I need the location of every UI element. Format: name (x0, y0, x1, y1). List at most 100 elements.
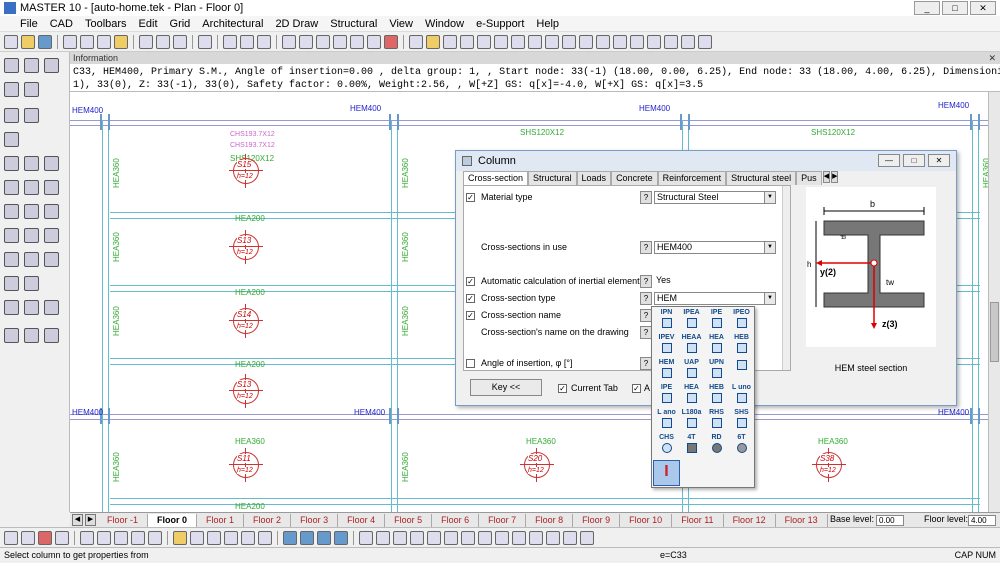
new-file-icon[interactable] (4, 34, 18, 49)
dialog-minimize-button[interactable]: — (878, 154, 900, 167)
redo-icon[interactable] (21, 530, 35, 545)
maximize-button[interactable]: □ (942, 1, 968, 15)
menu-structural[interactable]: Structural (324, 18, 383, 30)
rotate-180-icon[interactable] (44, 156, 59, 171)
text-icon[interactable] (282, 34, 296, 49)
help-button[interactable]: ? (640, 292, 652, 305)
report-icon[interactable] (613, 34, 627, 49)
tab-pushover[interactable]: Pus (796, 171, 822, 185)
section-6t-button[interactable]: 6T (729, 434, 754, 455)
export-icon[interactable] (114, 34, 128, 49)
frame-icon[interactable] (443, 34, 457, 49)
help-button[interactable]: ? (640, 191, 652, 204)
inertial-calc-value[interactable]: Yes (654, 275, 776, 288)
section-chs-button[interactable]: CHS (654, 434, 679, 455)
floor-tab[interactable]: Floor 4 (338, 513, 386, 527)
line-icon[interactable] (223, 34, 237, 49)
open-file-icon[interactable] (21, 34, 35, 49)
section-heb-button[interactable]: HEB (729, 334, 754, 355)
column[interactable] (100, 114, 110, 130)
floor-tab[interactable]: Floor 7 (479, 513, 527, 527)
section-uap-button[interactable]: UAP (679, 359, 704, 380)
properties-icon[interactable] (139, 34, 153, 49)
slab-marker[interactable]: S20 h=12 (520, 448, 554, 482)
mouse-icon[interactable] (376, 530, 390, 545)
section-l180-button[interactable]: L180a (679, 409, 704, 430)
floor-next-icon[interactable]: ▶ (85, 514, 96, 526)
tab-loads[interactable]: Loads (576, 171, 612, 185)
match-icon[interactable] (580, 530, 594, 545)
floor-tab[interactable]: Floor 8 (526, 513, 574, 527)
menu-e-support[interactable]: e-Support (470, 18, 530, 30)
align-top-icon[interactable] (444, 530, 458, 545)
section-ipe-tee-button[interactable]: IPE (654, 384, 679, 405)
column[interactable] (970, 408, 980, 424)
zoom-out-icon[interactable] (97, 530, 111, 545)
layer-x-icon[interactable] (334, 530, 348, 545)
split-icon[interactable] (4, 228, 19, 243)
draw-line-icon[interactable] (207, 530, 221, 545)
join-icon[interactable] (24, 228, 39, 243)
tab-scroll-left-icon[interactable]: ◀ (822, 171, 831, 183)
check-icon[interactable] (44, 204, 59, 219)
cross-section-type-select[interactable]: HEM ▼ (654, 292, 776, 305)
dimension-icon[interactable] (299, 34, 313, 49)
zoom-in-icon[interactable] (80, 530, 94, 545)
layer-a-icon[interactable] (283, 530, 297, 545)
key-button[interactable]: Key << (470, 379, 542, 396)
connect-icon[interactable] (24, 252, 39, 267)
close-info-icon[interactable]: ✕ (988, 52, 996, 64)
menu-2d-draw[interactable]: 2D Draw (269, 18, 324, 30)
property-checkbox[interactable]: ✓ (466, 294, 475, 303)
column[interactable] (389, 114, 399, 130)
delete-icon[interactable] (4, 204, 19, 219)
hatch-icon[interactable] (350, 34, 364, 49)
vertical-scrollbar[interactable] (988, 92, 1000, 512)
align-left-icon[interactable] (410, 530, 424, 545)
scrollbar-thumb[interactable] (990, 302, 999, 362)
section-hem-button[interactable]: HEM (654, 359, 679, 380)
snap-toggle-icon[interactable] (173, 530, 187, 545)
save-icon[interactable] (38, 34, 52, 49)
tab-reinforcement[interactable]: Reinforcement (657, 171, 727, 185)
section-shs-button[interactable]: SHS (729, 409, 754, 430)
copy-props-icon[interactable] (24, 204, 39, 219)
print-icon[interactable] (80, 34, 94, 49)
floor-tab[interactable]: Floor 10 (620, 513, 673, 527)
section-heaa-button[interactable]: HEAA (679, 334, 704, 355)
tab-structural[interactable]: Structural (528, 171, 577, 185)
current-tab-option[interactable]: ✓ Current Tab (558, 383, 618, 393)
slab-marker[interactable]: S15 h=12 (229, 154, 263, 188)
property-scrollbar[interactable] (782, 186, 790, 370)
pan-hand-icon[interactable] (55, 530, 69, 545)
column[interactable] (970, 114, 980, 130)
cross-sections-in-use-select[interactable]: HEM400 ▼ (654, 241, 776, 254)
render-icon[interactable] (698, 34, 712, 49)
extend-icon[interactable] (4, 300, 19, 315)
node-icon[interactable] (460, 34, 474, 49)
cut-icon[interactable] (4, 276, 19, 291)
distribute-icon[interactable] (478, 530, 492, 545)
zoom-all-icon[interactable] (131, 530, 145, 545)
move-icon[interactable] (529, 530, 543, 545)
slab-marker[interactable]: S13 h=12 (229, 230, 263, 264)
offset-icon[interactable] (44, 180, 59, 195)
beam-icon[interactable] (333, 34, 347, 49)
dialog-maximize-button[interactable]: □ (903, 154, 925, 167)
view-3d-icon[interactable] (681, 34, 695, 49)
help-button[interactable]: ? (640, 241, 652, 254)
eyedropper-icon[interactable] (4, 328, 19, 343)
rotate-icon[interactable] (24, 156, 39, 171)
section-ipeo-button[interactable]: IPEO (729, 309, 754, 330)
section-ipea-button[interactable]: IPEA (679, 309, 704, 330)
support-icon[interactable] (477, 34, 491, 49)
close-button[interactable]: ✕ (970, 1, 996, 15)
grid-icon[interactable] (198, 34, 212, 49)
beam-insert-icon[interactable] (24, 82, 39, 97)
align-right-icon[interactable] (427, 530, 441, 545)
lock-icon[interactable] (426, 34, 440, 49)
minimize-button[interactable]: _ (914, 1, 940, 15)
ortho-icon[interactable] (190, 530, 204, 545)
menu-grid[interactable]: Grid (164, 18, 197, 30)
chamfer-icon[interactable] (44, 300, 59, 315)
